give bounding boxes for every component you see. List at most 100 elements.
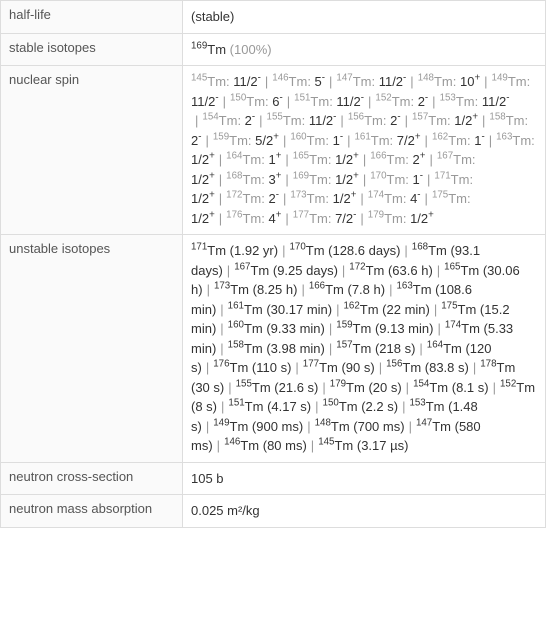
unstable-isotope-item: 162Tm (22 min) bbox=[344, 302, 430, 317]
mass-number: 169 bbox=[293, 170, 309, 181]
separator: | bbox=[402, 399, 405, 414]
mass-number: 158 bbox=[228, 339, 244, 350]
spin-item: 174Tm: 4- bbox=[368, 191, 421, 206]
half-life-detail: (9.25 days) bbox=[269, 263, 338, 278]
spin-value: 11/2- bbox=[233, 74, 261, 89]
row-unstable-isotopes: unstable isotopes 171Tm (1.92 yr)|170Tm … bbox=[1, 235, 546, 463]
isotope-label: 172Tm: bbox=[226, 191, 268, 206]
mass-number: 165 bbox=[293, 151, 309, 162]
unstable-isotope-item: 148Tm (700 ms) bbox=[315, 419, 405, 434]
spin-sign: + bbox=[209, 151, 215, 162]
separator: | bbox=[315, 399, 318, 414]
unstable-isotope-item: 149Tm (900 ms) bbox=[213, 419, 303, 434]
mass-number: 176 bbox=[226, 209, 242, 220]
spin-item: 157Tm: 1/2+ bbox=[412, 113, 478, 128]
isotope-label: 160Tm: bbox=[290, 133, 332, 148]
mass-number: 159 bbox=[213, 131, 229, 142]
unstable-isotope-item: 172Tm (63.6 h) bbox=[349, 263, 432, 278]
isotope-label: 164Tm: bbox=[226, 152, 268, 167]
spin-value: 11/2- bbox=[379, 74, 407, 89]
separator: | bbox=[206, 360, 209, 375]
spin-sign: + bbox=[276, 151, 282, 162]
spin-sign: + bbox=[273, 131, 279, 142]
isotope-label: 167Tm: bbox=[437, 152, 476, 167]
isotope-label: 166Tm: bbox=[370, 152, 412, 167]
spin-value: 1/2+ bbox=[333, 191, 357, 206]
mass-number: 147 bbox=[336, 73, 352, 84]
unstable-isotope-item: 146Tm (80 ms) bbox=[224, 438, 307, 453]
spin-value: 1- bbox=[413, 172, 423, 187]
spin-item: 153Tm: 11/2- bbox=[440, 94, 510, 109]
mass-number: 161 bbox=[228, 300, 244, 311]
separator: | bbox=[493, 380, 496, 395]
spin-item: 173Tm: 1/2+ bbox=[290, 191, 356, 206]
isotope-label: 163Tm: bbox=[496, 133, 535, 148]
spin-sign: - bbox=[252, 112, 255, 123]
spin-item: 170Tm: 1- bbox=[370, 172, 423, 187]
spin-sign: - bbox=[198, 131, 201, 142]
spin-sign: + bbox=[474, 73, 480, 84]
spin-sign: - bbox=[420, 170, 423, 181]
mass-number: 151 bbox=[228, 398, 244, 409]
separator: | bbox=[473, 360, 476, 375]
mass-number: 146 bbox=[272, 73, 288, 84]
isotope-label: 170Tm: bbox=[370, 172, 412, 187]
spin-value: 11/2- bbox=[309, 113, 337, 128]
spin-value: 1- bbox=[333, 133, 343, 148]
mass-number: 154 bbox=[202, 112, 218, 123]
spin-sign: + bbox=[415, 131, 421, 142]
mass-number: 169 bbox=[191, 40, 207, 51]
isotope-label: 148Tm: bbox=[418, 74, 460, 89]
isotope-label: 149Tm: bbox=[492, 74, 531, 89]
mass-number: 172 bbox=[349, 261, 365, 272]
mass-number: 163 bbox=[496, 131, 512, 142]
half-life-detail: (2.2 s) bbox=[358, 399, 398, 414]
separator: | bbox=[389, 282, 392, 297]
separator: | bbox=[217, 438, 220, 453]
value-neutron-cross-section: 105 b bbox=[183, 462, 546, 495]
spin-value: 11/2- bbox=[336, 94, 364, 109]
unstable-isotope-item: 177Tm (90 s) bbox=[303, 360, 375, 375]
mass-number: 156 bbox=[348, 112, 364, 123]
spin-value: 2- bbox=[390, 113, 400, 128]
mass-number: 145 bbox=[191, 73, 207, 84]
spin-value: 7/2+ bbox=[397, 133, 421, 148]
label-stable-isotopes: stable isotopes bbox=[1, 33, 183, 66]
mass-number: 171 bbox=[434, 170, 450, 181]
mass-number: 166 bbox=[370, 151, 386, 162]
separator: | bbox=[223, 94, 226, 109]
spin-sign: - bbox=[280, 92, 283, 103]
unstable-isotope-item: 151Tm (4.17 s) bbox=[228, 399, 311, 414]
mass-number: 152 bbox=[500, 378, 516, 389]
mass-number: 176 bbox=[213, 359, 229, 370]
spin-item: 162Tm: 1- bbox=[432, 133, 485, 148]
separator: | bbox=[205, 133, 208, 148]
spin-value: 2- bbox=[245, 113, 255, 128]
spin-item: 160Tm: 1- bbox=[290, 133, 343, 148]
spin-item: 172Tm: 2- bbox=[226, 191, 279, 206]
mass-number: 158 bbox=[489, 112, 505, 123]
separator: | bbox=[368, 94, 371, 109]
separator: | bbox=[329, 74, 332, 89]
isotope-label: 152Tm: bbox=[375, 94, 417, 109]
mass-number: 174 bbox=[368, 190, 384, 201]
mass-number: 149 bbox=[213, 417, 229, 428]
mass-number: 175 bbox=[441, 300, 457, 311]
half-life-detail: (4.17 s) bbox=[263, 399, 311, 414]
isotope-label: 179Tm: bbox=[368, 211, 410, 226]
half-life-detail: (1.92 yr) bbox=[226, 243, 278, 258]
separator: | bbox=[301, 282, 304, 297]
mass-number: 145 bbox=[318, 437, 334, 448]
mass-number: 174 bbox=[445, 320, 461, 331]
half-life-detail: (8.25 h) bbox=[249, 282, 297, 297]
separator: | bbox=[482, 113, 485, 128]
separator: | bbox=[207, 282, 210, 297]
separator: | bbox=[409, 419, 412, 434]
half-life-detail: (3.17 µs) bbox=[353, 438, 408, 453]
spin-value: 1/2+ bbox=[410, 211, 434, 226]
spin-sign: + bbox=[353, 151, 359, 162]
unstable-isotope-item: 167Tm (9.25 days) bbox=[234, 263, 338, 278]
separator: | bbox=[342, 263, 345, 278]
separator: | bbox=[219, 191, 222, 206]
mass-number: 168 bbox=[226, 170, 242, 181]
